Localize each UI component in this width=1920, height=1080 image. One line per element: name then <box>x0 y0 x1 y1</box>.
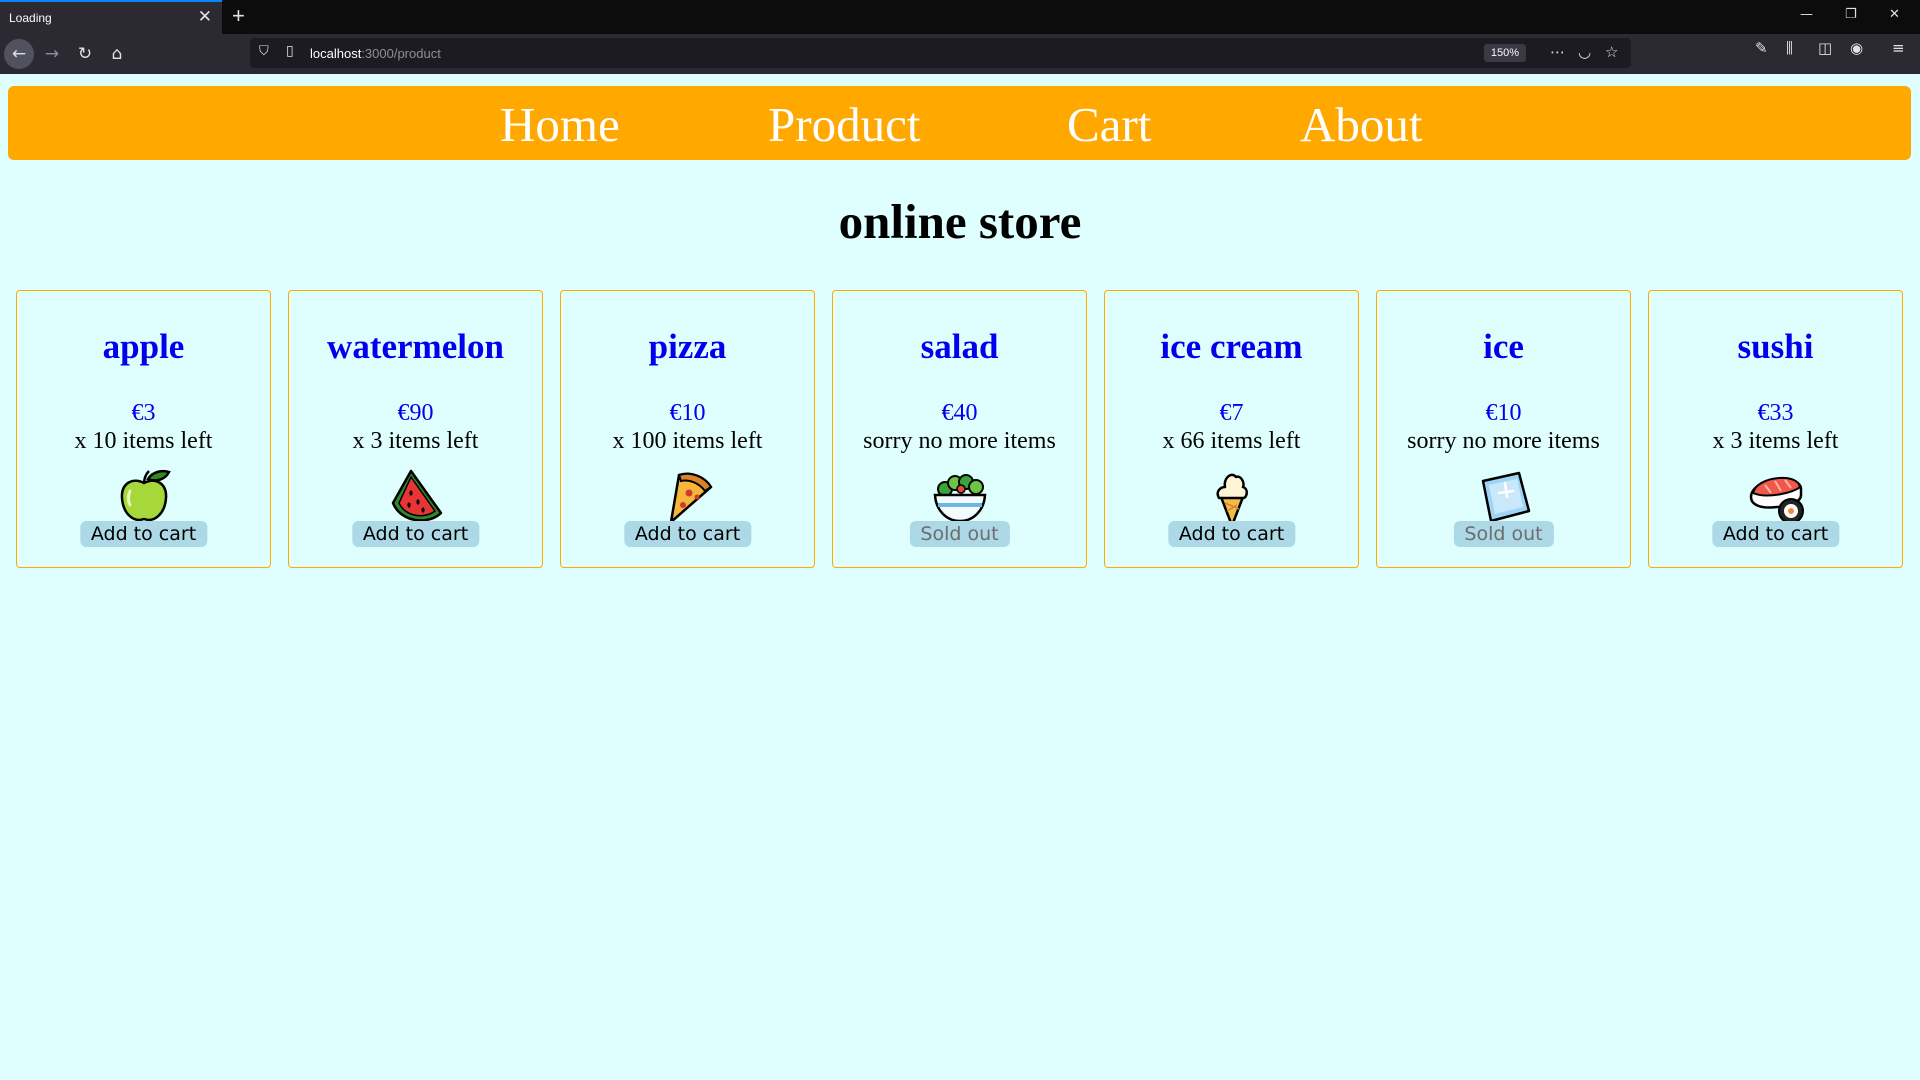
add-to-cart-button[interactable]: Add to cart <box>79 521 208 547</box>
product-card-ice: ice €10 sorry no more items Sold out <box>1376 290 1631 568</box>
sold-out-button[interactable]: Sold out <box>1453 521 1554 547</box>
sidebar-icon[interactable]: ◫ <box>1818 39 1832 57</box>
zoom-level-badge[interactable]: 150% <box>1484 44 1526 62</box>
library-icon[interactable]: ⫼ <box>1786 39 1793 57</box>
restore-icon[interactable]: ❐ <box>1845 7 1857 22</box>
product-price: €10 <box>1485 400 1522 426</box>
nav-link-cart[interactable]: Cart <box>1067 96 1151 153</box>
product-stock: x 10 items left <box>74 428 213 454</box>
salad-icon <box>933 474 986 523</box>
green-apple-icon <box>120 469 171 522</box>
reload-icon[interactable]: ↻ <box>70 39 100 69</box>
back-arrow-icon[interactable]: ← <box>4 39 34 69</box>
product-name: ice cream <box>1160 327 1303 366</box>
product-card-ice-cream: ice cream €7 x 66 items left Add to cart <box>1104 290 1359 568</box>
ice-cream-icon <box>1215 473 1248 525</box>
home-icon[interactable]: ⌂ <box>102 39 132 69</box>
ice-cube-icon <box>1481 471 1530 523</box>
nav-link-about[interactable]: About <box>1300 96 1423 153</box>
product-stock: x 66 items left <box>1162 428 1301 454</box>
product-stock: sorry no more items <box>863 428 1056 454</box>
site-navigation: Home Product Cart About <box>8 86 1911 160</box>
product-stock: x 3 items left <box>1712 428 1839 454</box>
product-name: salad <box>920 327 999 366</box>
product-name: sushi <box>1737 327 1814 366</box>
url-host: localhost <box>310 46 362 61</box>
navigation-toolbar: ← → ↻ ⌂ ⛉ ▯ localhost:3000/product 150% … <box>0 34 1920 74</box>
product-name: watermelon <box>327 327 504 366</box>
tools-wrench-icon[interactable]: ✎ <box>1755 39 1768 57</box>
close-tab-icon[interactable]: ✕ <box>198 7 212 27</box>
bookmark-star-icon[interactable]: ☆ <box>1605 43 1618 61</box>
product-card-pizza: pizza €10 x 100 items left Add to cart <box>560 290 815 568</box>
forward-arrow-icon[interactable]: → <box>37 39 67 69</box>
product-price: €90 <box>397 400 434 426</box>
pizza-icon <box>669 472 712 524</box>
menu-icon[interactable]: ≡ <box>1892 39 1905 57</box>
add-to-cart-button[interactable]: Add to cart <box>623 521 752 547</box>
product-price: €33 <box>1757 400 1794 426</box>
nav-link-product[interactable]: Product <box>768 96 920 153</box>
account-icon[interactable]: ◉ <box>1850 39 1863 57</box>
product-price: €7 <box>1219 400 1244 426</box>
page-icon[interactable]: ▯ <box>286 43 294 59</box>
url-text[interactable]: localhost:3000/product <box>310 46 441 61</box>
minimize-icon[interactable]: — <box>1800 7 1813 22</box>
product-price: €3 <box>131 400 156 426</box>
url-path: :3000/product <box>361 46 441 61</box>
pocket-icon[interactable]: ◡ <box>1578 43 1591 61</box>
browser-chrome: Loading ✕ + — ❐ ✕ ← → ↻ ⌂ ⛉ ▯ localhost:… <box>0 0 1920 74</box>
product-card-sushi: sushi €33 x 3 items left Add to cart <box>1648 290 1903 568</box>
product-price: €40 <box>941 400 978 426</box>
page-title: online store <box>838 194 1082 249</box>
product-stock: sorry no more items <box>1407 428 1600 454</box>
sushi-icon <box>1749 476 1804 524</box>
add-to-cart-button[interactable]: Add to cart <box>351 521 480 547</box>
close-window-icon[interactable]: ✕ <box>1889 7 1900 22</box>
product-name: ice <box>1483 327 1524 366</box>
tab-title: Loading <box>9 11 52 25</box>
address-bar[interactable]: ⛉ ▯ localhost:3000/product 150% ⋯ ◡ ☆ <box>250 38 1631 68</box>
product-stock: x 100 items left <box>612 428 763 454</box>
product-stock: x 3 items left <box>352 428 479 454</box>
product-name: pizza <box>648 327 727 366</box>
product-name: apple <box>102 327 185 366</box>
add-to-cart-button[interactable]: Add to cart <box>1167 521 1296 547</box>
watermelon-icon <box>391 469 442 522</box>
product-card-apple: apple €3 x 10 items left Add to cart <box>16 290 271 568</box>
sold-out-button[interactable]: Sold out <box>909 521 1010 547</box>
product-card-salad: salad €40 sorry no more items Sold out <box>832 290 1087 568</box>
new-tab-icon[interactable]: + <box>232 3 245 29</box>
product-card-watermelon: watermelon €90 x 3 items left Add to car… <box>288 290 543 568</box>
add-to-cart-button[interactable]: Add to cart <box>1711 521 1840 547</box>
tab-bar: Loading ✕ + — ❐ ✕ <box>0 0 1920 34</box>
more-actions-icon[interactable]: ⋯ <box>1550 43 1565 61</box>
tab-active[interactable]: Loading ✕ <box>0 0 222 34</box>
nav-link-home[interactable]: Home <box>500 96 620 153</box>
product-price: €10 <box>669 400 706 426</box>
shield-icon[interactable]: ⛉ <box>259 44 269 59</box>
